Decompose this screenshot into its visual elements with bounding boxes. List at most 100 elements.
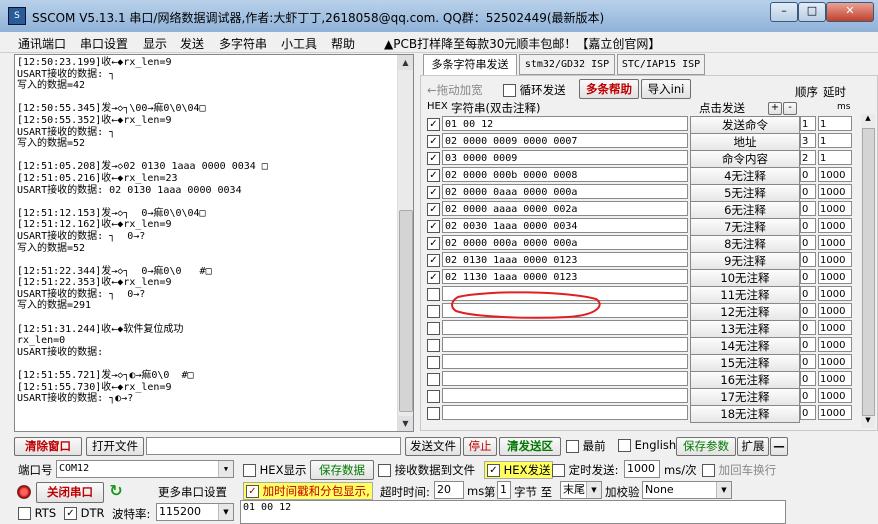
row-send-button[interactable]: 18无注释 (690, 405, 800, 423)
multi-help-button[interactable]: 多条帮助 (579, 79, 639, 99)
hex-row-checkbox[interactable]: ✓ (427, 186, 440, 199)
timestamp-option[interactable]: ✓ 加时间戳和分包显示, (243, 482, 373, 500)
delay-input[interactable]: 1000 (818, 320, 852, 335)
more-settings-link[interactable]: 更多串口设置 (158, 484, 227, 500)
order-input[interactable]: 0 (800, 303, 816, 318)
menu-display[interactable]: 显示 (143, 35, 167, 52)
order-input[interactable]: 0 (800, 405, 816, 420)
recv-to-file-checkbox[interactable] (378, 464, 391, 477)
string-input[interactable]: 02 0000 0aaa 0000 000a (442, 184, 688, 199)
stop-button[interactable]: 停止 (463, 437, 497, 456)
delay-input[interactable]: 1000 (818, 184, 852, 199)
delay-input[interactable]: 1 (818, 133, 852, 148)
receive-area[interactable]: [12:50:23.199]收←◆rx_len=9 USART接收的数据: ┐ 写入… (14, 54, 414, 432)
start-byte-input[interactable]: 1 (497, 481, 511, 499)
string-input[interactable] (442, 405, 688, 420)
topmost-option[interactable]: 最前 (566, 438, 606, 454)
timed-send-checkbox[interactable] (552, 464, 565, 477)
clear-send-button[interactable]: 清发送区 (499, 437, 561, 456)
delay-input[interactable]: 1000 (818, 269, 852, 284)
string-input[interactable] (442, 371, 688, 386)
tab-multi-string[interactable]: 多条字符串发送 (423, 54, 517, 75)
hex-row-checkbox[interactable] (427, 322, 440, 335)
loop-send-option[interactable]: 循环发送 (503, 82, 566, 98)
loop-send-checkbox[interactable] (503, 84, 516, 97)
order-input[interactable]: 3 (800, 133, 816, 148)
topmost-checkbox[interactable] (566, 440, 579, 453)
port-select[interactable]: COM12 ▼ (56, 460, 234, 478)
order-input[interactable]: 0 (800, 269, 816, 284)
row-send-button[interactable]: 发送命令 (690, 116, 800, 134)
string-input[interactable] (442, 337, 688, 352)
hex-row-checkbox[interactable] (427, 373, 440, 386)
hex-display-option[interactable]: HEX显示 (243, 462, 306, 478)
menu-port[interactable]: 通讯端口 (18, 35, 66, 52)
delay-input[interactable]: 1000 (818, 337, 852, 352)
order-input[interactable]: 0 (800, 252, 816, 267)
rows-scroll-down[interactable]: ▼ (862, 416, 874, 428)
string-input[interactable] (442, 320, 688, 335)
string-input[interactable]: 02 0030 1aaa 0000 0034 (442, 218, 688, 233)
save-data-button[interactable]: 保存数据 (310, 460, 374, 480)
row-send-button[interactable]: 15无注释 (690, 354, 800, 372)
order-input[interactable]: 0 (800, 201, 816, 216)
row-send-button[interactable]: 16无注释 (690, 371, 800, 389)
hex-row-checkbox[interactable] (427, 407, 440, 420)
row-send-button[interactable]: 4无注释 (690, 167, 800, 185)
send-file-button[interactable]: 发送文件 (405, 437, 461, 456)
baud-select[interactable]: 115200 ▼ (156, 503, 234, 521)
hex-send-option[interactable]: ✓ HEX发送 (484, 461, 554, 479)
english-checkbox[interactable] (618, 439, 631, 452)
hex-row-checkbox[interactable] (427, 390, 440, 403)
tab-stm32-isp[interactable]: stm32/GD32 ISP (519, 54, 615, 75)
string-input[interactable]: 02 0000 0009 0000 0007 (442, 133, 688, 148)
delay-input[interactable]: 1000 (818, 388, 852, 403)
hex-row-checkbox[interactable] (427, 288, 440, 301)
baud-dropdown-arrow[interactable]: ▼ (218, 504, 233, 520)
open-file-button[interactable]: 打开文件 (86, 437, 144, 456)
hex-display-checkbox[interactable] (243, 464, 256, 477)
receive-scrollbar[interactable]: ▲ ▼ (397, 55, 413, 431)
delay-input[interactable]: 1000 (818, 252, 852, 267)
order-input[interactable]: 0 (800, 235, 816, 250)
delay-input[interactable]: 1000 (818, 405, 852, 420)
hex-send-checkbox[interactable]: ✓ (487, 464, 500, 477)
string-input[interactable]: 01 00 12 (442, 116, 688, 131)
delay-input[interactable]: 1000 (818, 235, 852, 250)
close-button[interactable]: ✕ (826, 2, 874, 22)
add-crlf-option[interactable]: 加回车换行 (702, 462, 776, 478)
add-crlf-checkbox[interactable] (702, 464, 715, 477)
hex-row-checkbox[interactable]: ✓ (427, 271, 440, 284)
timed-interval-input[interactable]: 1000 (624, 460, 660, 478)
hex-row-checkbox[interactable] (427, 305, 440, 318)
import-ini-button[interactable]: 导入ini (641, 79, 691, 99)
dtr-option[interactable]: ✓ DTR (64, 506, 105, 520)
scroll-thumb[interactable] (399, 210, 413, 412)
expand-button[interactable]: 扩展 (737, 437, 769, 456)
delay-input[interactable]: 1000 (818, 354, 852, 369)
row-send-button[interactable]: 17无注释 (690, 388, 800, 406)
remove-row-button[interactable]: - (783, 102, 797, 115)
rows-scrollbar[interactable]: ▲ ▼ (861, 114, 875, 428)
timeout-input[interactable]: 20 (434, 481, 464, 499)
hex-row-checkbox[interactable]: ✓ (427, 118, 440, 131)
order-input[interactable]: 1 (800, 116, 816, 131)
hex-row-checkbox[interactable] (427, 356, 440, 369)
file-path-input[interactable] (146, 437, 401, 455)
delay-input[interactable]: 1000 (818, 371, 852, 386)
row-send-button[interactable]: 9无注释 (690, 252, 800, 270)
string-input[interactable]: 02 0000 aaaa 0000 002a (442, 201, 688, 216)
recv-to-file-option[interactable]: 接收数据到文件 (378, 462, 475, 478)
row-send-button[interactable]: 7无注释 (690, 218, 800, 236)
save-params-button[interactable]: 保存参数 (676, 437, 736, 456)
checksum-select[interactable]: None ▼ (642, 481, 732, 499)
close-port-button[interactable]: 关闭串口 (36, 482, 104, 503)
rts-option[interactable]: RTS (18, 506, 56, 520)
row-send-button[interactable]: 8无注释 (690, 235, 800, 253)
hex-row-checkbox[interactable]: ✓ (427, 152, 440, 165)
menu-serial-settings[interactable]: 串口设置 (80, 35, 128, 52)
delay-input[interactable]: 1000 (818, 167, 852, 182)
rows-scroll-thumb[interactable] (862, 128, 875, 416)
hex-row-checkbox[interactable] (427, 339, 440, 352)
order-input[interactable]: 2 (800, 150, 816, 165)
